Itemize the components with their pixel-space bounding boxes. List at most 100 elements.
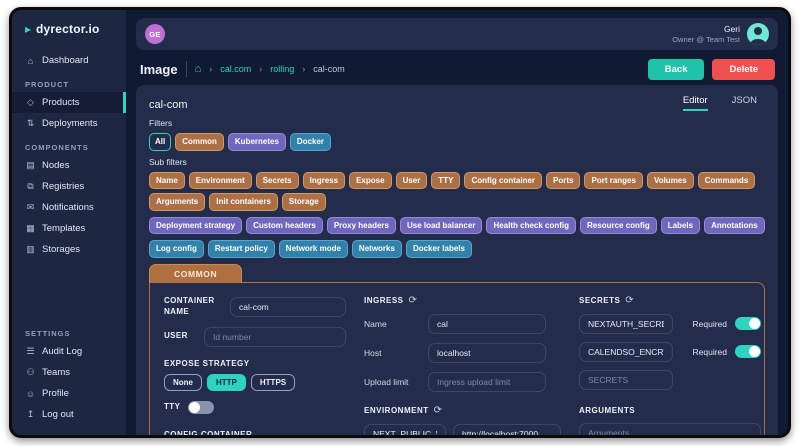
sidebar-item-nodes[interactable]: ▤ Nodes <box>12 155 126 176</box>
user-meta: Geri Owner @ Team Test <box>672 24 740 44</box>
refresh-icon[interactable]: ⟳ <box>409 296 418 306</box>
subfilter-chip[interactable]: Resource config <box>580 217 657 235</box>
sidebar-item-teams[interactable]: ⚇ Teams <box>12 362 126 383</box>
breadcrumb-link-product[interactable]: cal.com <box>220 64 251 74</box>
subfilter-chip[interactable]: Arguments <box>149 193 205 211</box>
sidebar-item-deployments[interactable]: ⇅ Deployments <box>12 113 126 134</box>
subfilter-chip[interactable]: Init containers <box>209 193 278 211</box>
ingress-name-field: Name <box>364 314 561 334</box>
expose-none-button[interactable]: None <box>164 374 202 391</box>
back-button[interactable]: Back <box>648 59 705 80</box>
subfilter-chip[interactable]: Networks <box>352 240 402 258</box>
subfilter-chip[interactable]: Ports <box>546 172 580 190</box>
subfilter-chip[interactable]: Deployment strategy <box>149 217 242 235</box>
sidebar-item-templates[interactable]: ▦ Templates <box>12 218 126 239</box>
sidebar-item-products[interactable]: ◇ Products <box>12 92 126 113</box>
subfilter-chip[interactable]: Secrets <box>256 172 299 190</box>
user-avatar-icon[interactable] <box>747 23 769 45</box>
delete-button[interactable]: Delete <box>712 59 775 80</box>
container-name-label: CONTAINER NAME <box>164 296 230 318</box>
sidebar-item-storages[interactable]: ▥ Storages <box>12 239 126 260</box>
subfilter-chip[interactable]: Annotations <box>704 217 765 235</box>
subfilter-chip[interactable]: User <box>396 172 428 190</box>
subfilter-chip[interactable]: Restart policy <box>208 240 275 258</box>
logo[interactable]: ▸ dyrector.io <box>12 22 126 36</box>
expose-https-button[interactable]: HTTPS <box>251 374 295 391</box>
subfilter-chip[interactable]: TTY <box>431 172 460 190</box>
subfilter-chip[interactable]: Port ranges <box>584 172 642 190</box>
breadcrumb-link-version[interactable]: rolling <box>270 64 294 74</box>
sidebar-item-label: Profile <box>42 388 69 399</box>
tab-json[interactable]: JSON <box>732 95 757 111</box>
ingress-host-field: Host <box>364 343 561 363</box>
sidebar-item-notifications[interactable]: ✉ Notifications <box>12 197 126 218</box>
subfilter-chip[interactable]: Docker labels <box>406 240 472 258</box>
env-key-input[interactable] <box>364 424 446 435</box>
subfilter-chip[interactable]: Expose <box>349 172 391 190</box>
subfilter-chip[interactable]: Labels <box>661 217 700 235</box>
subfilter-chip[interactable]: Health check config <box>486 217 576 235</box>
refresh-icon[interactable]: ⟳ <box>434 406 443 416</box>
secret-new-input[interactable] <box>579 370 673 390</box>
sidebar-item-profile[interactable]: ☺ Profile <box>12 383 126 404</box>
sidebar-item-label: Dashboard <box>42 55 88 66</box>
user-menu[interactable]: Geri Owner @ Team Test <box>672 23 769 45</box>
secret-required-toggle[interactable] <box>735 317 761 330</box>
subfilter-chip[interactable]: Ingress <box>303 172 345 190</box>
subfilter-chip[interactable]: Name <box>149 172 185 190</box>
filter-chip-all[interactable]: All <box>149 133 171 151</box>
secret-key-input[interactable] <box>579 342 673 362</box>
chevron-right-icon: › <box>209 64 212 74</box>
sidebar-item-registries[interactable]: ⧉ Registries <box>12 176 126 197</box>
user-input[interactable] <box>204 327 346 347</box>
sidebar-item-log-out[interactable]: ↥ Log out <box>12 404 126 425</box>
filter-chip-docker[interactable]: Docker <box>290 133 331 151</box>
subfilter-chip[interactable]: Log config <box>149 240 204 258</box>
breadcrumb-home-icon[interactable]: ⌂ <box>195 64 202 75</box>
subfilter-chip[interactable]: Use load balancer <box>400 217 482 235</box>
chevron-right-icon: › <box>302 64 305 74</box>
expose-http-button[interactable]: HTTP <box>207 374 246 391</box>
sidebar-item-label: Products <box>42 97 80 108</box>
subfilter-chip[interactable]: Commands <box>698 172 756 190</box>
arguments-input[interactable] <box>579 423 761 435</box>
secret-required-toggle[interactable] <box>735 345 761 358</box>
sidebar-item-audit-log[interactable]: ☰ Audit Log <box>12 341 126 362</box>
sidebar-item-label: Deployments <box>42 118 97 129</box>
sidebar-item-label: Nodes <box>42 160 69 171</box>
nodes-icon: ▤ <box>25 160 36 171</box>
sidebar: ▸ dyrector.io ⌂ Dashboard PRODUCT ◇ Prod… <box>12 10 126 435</box>
subfilter-chip[interactable]: Volumes <box>647 172 694 190</box>
breadcrumb-current: cal-com <box>313 64 345 74</box>
sidebar-item-dashboard[interactable]: ⌂ Dashboard <box>12 50 126 71</box>
tab-editor[interactable]: Editor <box>683 95 708 111</box>
environment-row <box>364 424 561 435</box>
refresh-icon[interactable]: ⟳ <box>625 296 634 306</box>
team-avatar[interactable]: GE <box>145 24 165 44</box>
ingress-name-input[interactable] <box>428 314 546 334</box>
environment-heading: ENVIRONMENT ⟳ <box>364 406 561 416</box>
profile-icon: ☺ <box>25 389 36 399</box>
subfilter-chip[interactable]: Storage <box>282 193 326 211</box>
subfilter-chip[interactable]: Proxy headers <box>327 217 396 235</box>
templates-icon: ▦ <box>25 223 36 234</box>
config-container-label: CONFIG CONTAINER <box>164 430 346 435</box>
subfilter-chip[interactable]: Environment <box>189 172 252 190</box>
common-section-tab[interactable]: COMMON <box>149 264 242 283</box>
subfilter-chip[interactable]: Config container <box>464 172 542 190</box>
secret-key-input[interactable] <box>579 314 673 334</box>
container-name-input[interactable] <box>230 297 346 317</box>
env-value-input[interactable] <box>453 424 561 435</box>
filter-chip-common[interactable]: Common <box>175 133 224 151</box>
required-label: Required <box>693 347 728 357</box>
filter-chip-kubernetes[interactable]: Kubernetes <box>228 133 286 151</box>
divider <box>186 61 187 77</box>
subfilter-chip[interactable]: Custom headers <box>246 217 323 235</box>
products-icon: ◇ <box>25 97 36 108</box>
secret-row: Required <box>579 314 761 334</box>
upload-limit-input[interactable] <box>428 372 546 392</box>
required-label: Required <box>693 319 728 329</box>
subfilter-chip[interactable]: Network mode <box>279 240 348 258</box>
tty-toggle[interactable] <box>188 401 214 414</box>
ingress-host-input[interactable] <box>428 343 546 363</box>
